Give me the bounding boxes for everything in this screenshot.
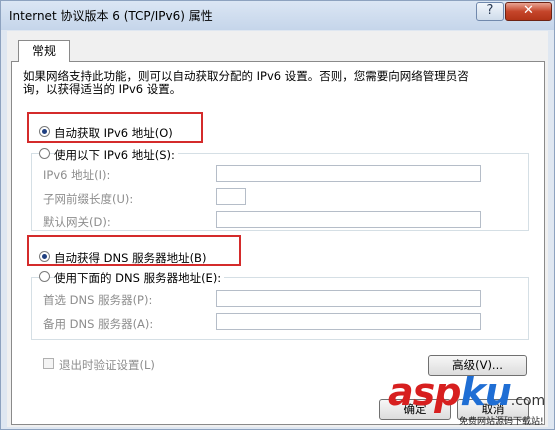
title-bar[interactable]: Internet 协议版本 6 (TCP/IPv6) 属性 ? ✕: [1, 1, 554, 30]
watermark-logo: aspku.com 免费网站源码下载站!: [388, 370, 546, 427]
ipv6-address-field[interactable]: [216, 165, 481, 182]
tab-general[interactable]: 常规: [18, 40, 70, 62]
radio-manual-dns[interactable]: [39, 271, 50, 282]
prefix-length-field[interactable]: [216, 188, 246, 205]
preferred-dns-label: 首选 DNS 服务器(P):: [43, 293, 153, 307]
alternate-dns-field[interactable]: [216, 313, 481, 330]
watermark-brand-suffix: .com: [510, 393, 546, 409]
radio-auto-ipv6[interactable]: [39, 126, 50, 137]
validate-on-exit-checkbox[interactable]: [43, 358, 54, 369]
prefix-length-label: 子网前缀长度(U):: [43, 192, 134, 206]
auto-dns-label: 自动获得 DNS 服务器地址(B): [54, 251, 207, 265]
manual-ipv6-label: 使用以下 IPv6 地址(S):: [54, 147, 178, 163]
radio-auto-dns[interactable]: [39, 251, 50, 262]
preferred-dns-field[interactable]: [216, 290, 481, 307]
watermark-brand-accent: ku: [460, 370, 511, 414]
description-text: 如果网络支持此功能，则可以自动获取分配的 IPv6 设置。否则，您需要向网络管理…: [23, 70, 469, 96]
window-title: Internet 协议版本 6 (TCP/IPv6) 属性: [9, 9, 213, 23]
default-gateway-field[interactable]: [216, 211, 481, 228]
watermark-brand-main: asp: [388, 370, 461, 414]
close-button[interactable]: ✕: [505, 2, 552, 21]
help-button[interactable]: ?: [476, 2, 504, 21]
ipv6-address-label: IPv6 地址(I):: [43, 168, 111, 182]
watermark-tagline: 免费网站源码下载站!: [459, 417, 544, 427]
dialog-window: Internet 协议版本 6 (TCP/IPv6) 属性 ? ✕ 常规 如果网…: [0, 0, 555, 430]
validate-on-exit-label: 退出时验证设置(L): [59, 358, 155, 372]
auto-ipv6-label: 自动获取 IPv6 地址(O): [54, 126, 173, 140]
manual-dns-label: 使用下面的 DNS 服务器地址(E):: [54, 270, 225, 286]
description-line-2: 询，以获得适当的 IPv6 设置。: [23, 82, 182, 96]
radio-manual-ipv6[interactable]: [39, 148, 50, 159]
alternate-dns-label: 备用 DNS 服务器(A):: [43, 317, 154, 331]
default-gateway-label: 默认网关(D):: [43, 215, 111, 229]
watermark-brand: aspku: [388, 370, 512, 414]
